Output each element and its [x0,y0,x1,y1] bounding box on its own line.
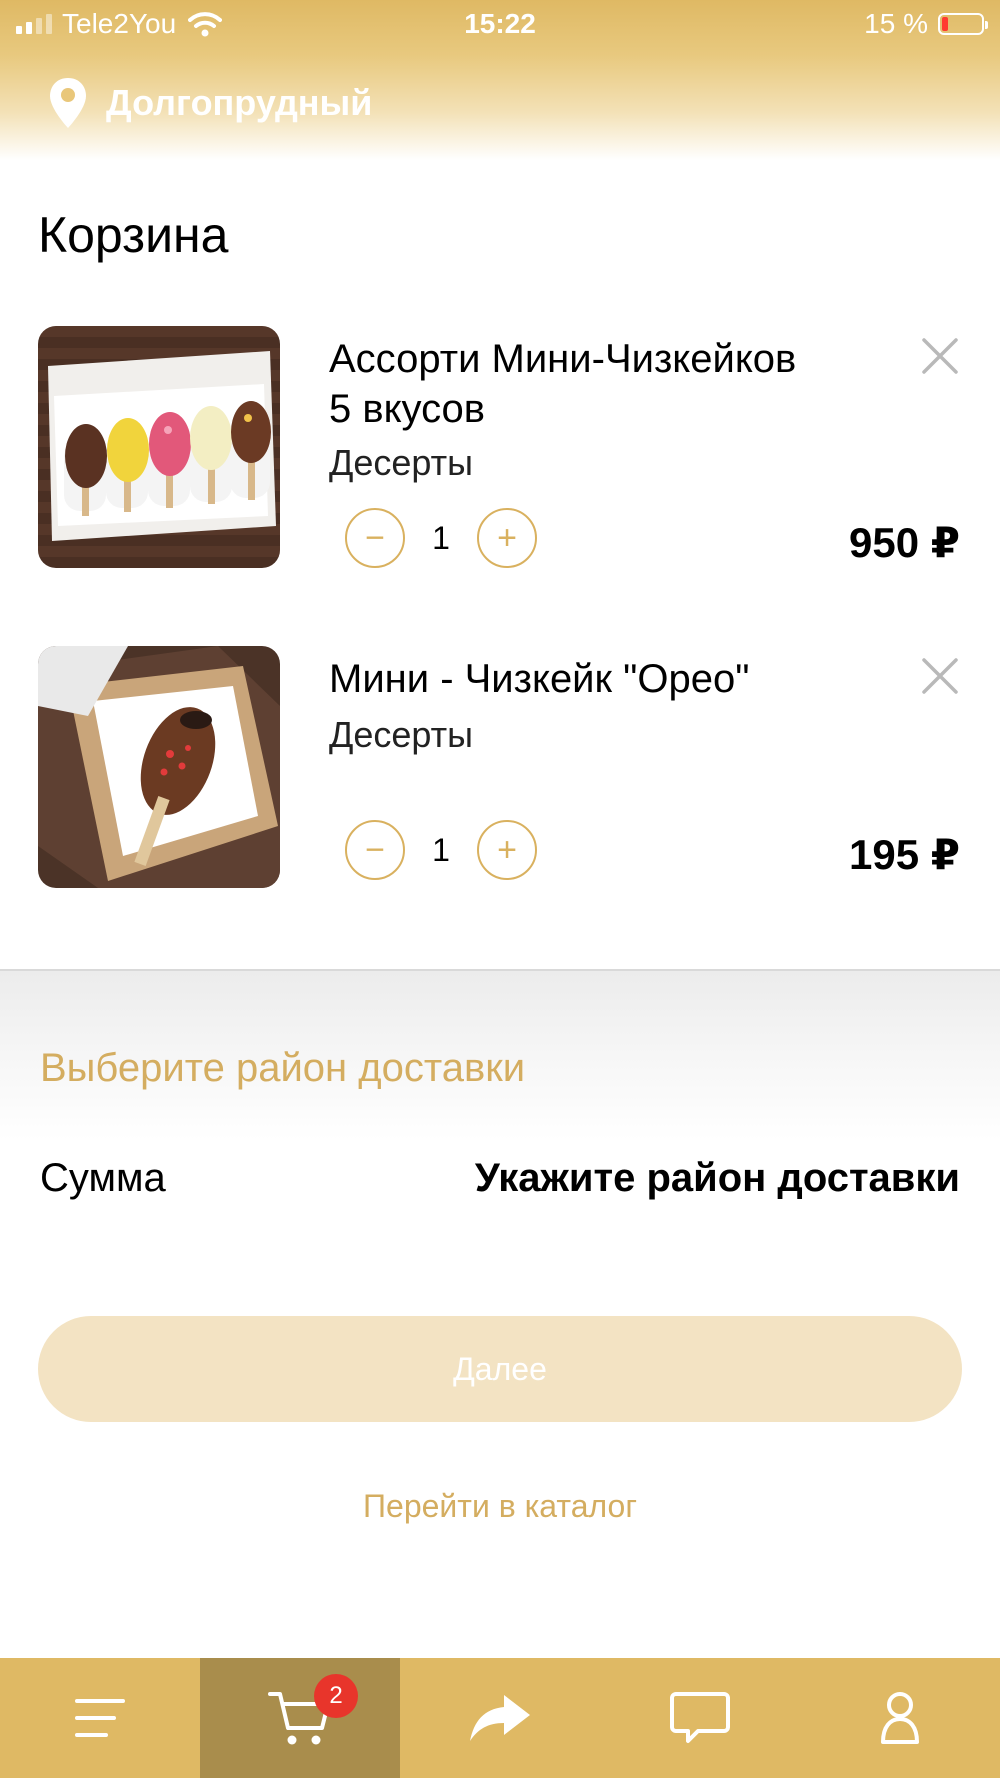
city-name: Долгопрудный [106,82,373,123]
sum-value: Укажите район доставки [474,1156,960,1200]
quantity-stepper: − 1 + [345,820,537,880]
product-image[interactable] [38,646,280,888]
decrease-quantity-button[interactable]: − [345,820,405,880]
remove-item-icon[interactable] [920,656,960,696]
increase-quantity-button[interactable]: + [477,508,537,568]
battery-icon [938,13,988,35]
nav-cart[interactable]: 2 [200,1658,400,1778]
bottom-navigation: 2 [0,1658,1000,1778]
increase-quantity-button[interactable]: + [477,820,537,880]
chat-icon [670,1692,730,1743]
go-to-catalog-link[interactable]: Перейти в каталог [0,1488,1000,1525]
nav-profile[interactable] [800,1658,1000,1778]
choose-delivery-district-link[interactable]: Выберите район доставки [40,1046,525,1091]
app-header: Tele2You 15:22 15 % Долгопрудный [0,0,1000,160]
sum-label: Сумма [40,1156,166,1200]
quantity-value: 1 [432,519,450,556]
status-time: 15:22 [464,8,536,39]
decrease-quantity-button[interactable]: − [345,508,405,568]
product-category: Десерты [329,442,474,483]
product-name[interactable]: Мини - Чизкейк "Орео" [329,654,889,704]
cart-count-badge: 2 [314,1674,358,1718]
product-image[interactable] [38,326,280,568]
location-pin-icon [50,78,86,128]
quantity-stepper: − 1 + [345,508,537,568]
nav-chat[interactable] [600,1658,800,1778]
profile-icon [881,1692,919,1744]
next-button[interactable]: Далее [38,1316,962,1422]
status-bar: Tele2You 15:22 15 % [0,0,1000,50]
item-price: 950 ₽ [849,519,960,566]
cart-item: Ассорти Мини-Чизкейков 5 вкусов Десерты … [0,326,1000,571]
menu-icon [75,1699,125,1737]
battery-percent: 15 % [864,8,928,39]
cart-item: Мини - Чизкейк "Орео" Десерты − 1 + 195 … [0,646,1000,891]
city-selector[interactable]: Долгопрудный [48,76,372,130]
product-name[interactable]: Ассорти Мини-Чизкейков 5 вкусов [329,334,889,434]
product-category: Десерты [329,714,474,755]
share-icon [470,1695,530,1741]
remove-item-icon[interactable] [920,336,960,376]
nav-menu[interactable] [0,1658,200,1778]
quantity-value: 1 [432,831,450,868]
item-price: 195 ₽ [849,831,960,878]
nav-share[interactable] [400,1658,600,1778]
page-title: Корзина [38,207,229,263]
